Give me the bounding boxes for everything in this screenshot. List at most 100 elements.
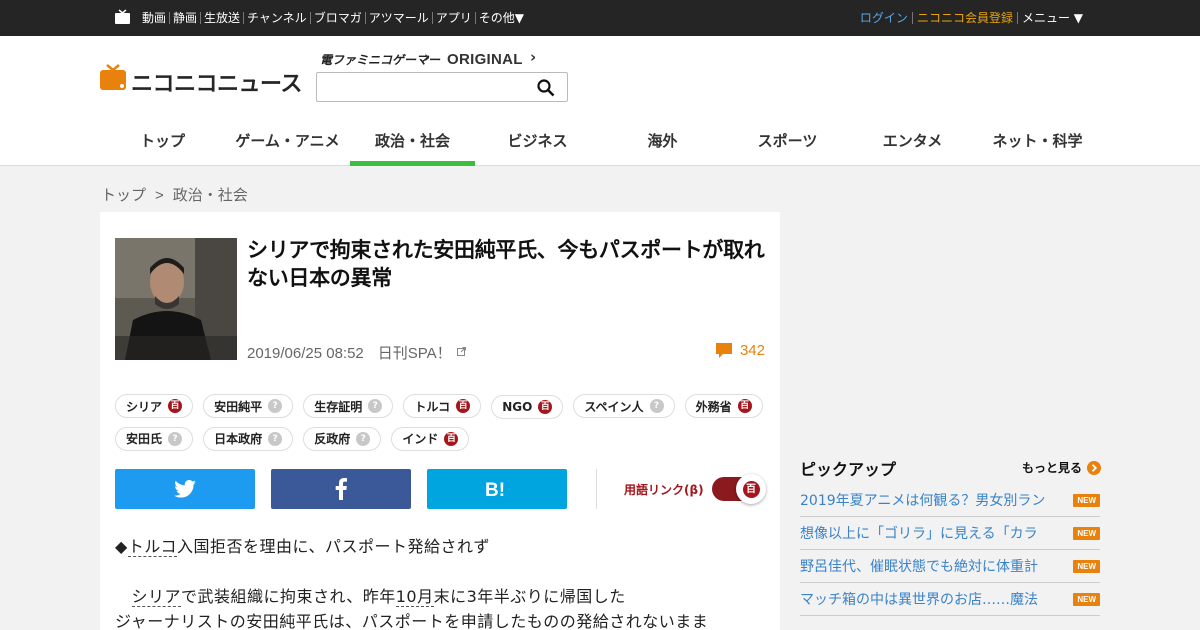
tag-label: インド bbox=[402, 432, 439, 446]
new-badge: NEW bbox=[1073, 493, 1100, 507]
more-link[interactable]: もっと見る bbox=[1022, 459, 1102, 476]
term-link-toggle[interactable]: 百 bbox=[712, 474, 766, 504]
term-link[interactable]: トルコ bbox=[127, 537, 177, 557]
body-heading: ◆トルコ入国拒否を理由に、パスポート発給されず bbox=[115, 534, 765, 559]
nav-atsumaru[interactable]: アツマール bbox=[364, 12, 432, 24]
term-link[interactable]: シリア bbox=[131, 587, 182, 607]
original-link[interactable]: ORIGINAL bbox=[447, 51, 523, 68]
nav-seiga[interactable]: 静画 bbox=[169, 12, 200, 24]
service-nav: 動画 静画 生放送 チャンネル ブロマガ アツマール アプリ その他▼ bbox=[139, 0, 527, 36]
dic-red-icon[interactable]: 百 bbox=[456, 399, 471, 413]
tab-top[interactable]: トップ bbox=[100, 122, 225, 166]
tab-overseas[interactable]: 海外 bbox=[600, 122, 725, 166]
dic-gray-icon[interactable]: ? bbox=[168, 431, 183, 446]
login-link[interactable]: ログイン bbox=[856, 12, 912, 24]
nav-others[interactable]: その他▼ bbox=[474, 12, 527, 24]
tag-list: シリア百 安田純平? 生存証明? トルコ百 NGO 百 スペイン人? 外務省百 安… bbox=[115, 394, 775, 459]
article-title: シリアで拘束された安田純平氏、今もパスポートが取れない日本の異常 bbox=[247, 238, 765, 290]
tag-item[interactable]: 安田氏? bbox=[115, 426, 194, 451]
nav-app[interactable]: アプリ bbox=[431, 12, 475, 24]
dic-red-icon[interactable]: 百 bbox=[444, 431, 459, 446]
tag-item[interactable]: NGO 百 bbox=[491, 394, 564, 419]
tag-label: 日本政府 bbox=[214, 432, 263, 446]
new-badge: NEW bbox=[1073, 559, 1100, 573]
dic-red-icon[interactable]: 百 bbox=[737, 399, 752, 413]
tag-label: シリア bbox=[126, 399, 163, 414]
tag-item[interactable]: スペイン人? bbox=[573, 394, 675, 418]
tag-item[interactable]: 日本政府? bbox=[203, 426, 294, 451]
article-thumbnail[interactable] bbox=[115, 238, 237, 360]
new-badge: NEW bbox=[1073, 592, 1100, 606]
dic-red-icon: 百 bbox=[742, 480, 760, 498]
paragraph-text: ジャーナリストの安田純平氏は、パスポートを申請したものの発給されないまま bbox=[115, 612, 709, 630]
pickup-title[interactable]: 2019年夏アニメは何観る？男女別ラン bbox=[800, 490, 1055, 510]
nav-live[interactable]: 生放送 bbox=[200, 12, 243, 24]
paragraph-text: 末に3年半ぶりに帰国した bbox=[433, 587, 626, 606]
dic-gray-icon[interactable]: ? bbox=[368, 399, 383, 413]
chevron-right-icon: › bbox=[530, 48, 537, 66]
twitter-share-button[interactable] bbox=[115, 469, 255, 509]
pickup-list: 2019年夏アニメは何観る？男女別ラン NEW 想像以上に「ゴリラ」に見える「カラ… bbox=[800, 484, 1100, 616]
term-link-label: 用語リンク(β) bbox=[624, 483, 704, 497]
dic-gray-icon[interactable]: ? bbox=[268, 399, 283, 413]
dic-gray-icon[interactable]: ? bbox=[268, 431, 283, 446]
site-logo-text[interactable]: ニコニコニュース bbox=[131, 66, 302, 98]
breadcrumb-current[interactable]: 政治・社会 bbox=[173, 187, 248, 204]
term-link[interactable]: 10月 bbox=[395, 587, 434, 607]
article-datetime: 2019/06/25 08:52 bbox=[247, 345, 364, 362]
niconico-logo-icon[interactable] bbox=[100, 64, 128, 90]
toggle-knob: 百 bbox=[736, 474, 766, 504]
famitsu-link[interactable]: 電ファミニコゲーマー bbox=[320, 51, 440, 68]
diamond-marker: ◆ bbox=[115, 537, 128, 556]
tag-item[interactable]: 反政府? bbox=[303, 426, 382, 451]
tag-label: スペイン人 bbox=[584, 399, 644, 414]
nav-douga[interactable]: 動画 bbox=[139, 12, 169, 24]
dic-gray-icon[interactable]: ? bbox=[649, 399, 664, 413]
tab-game-anime[interactable]: ゲーム・アニメ bbox=[225, 122, 350, 166]
niconico-tv-icon[interactable] bbox=[114, 9, 131, 25]
breadcrumb-home[interactable]: トップ bbox=[101, 187, 146, 204]
nav-channel[interactable]: チャンネル bbox=[243, 12, 310, 24]
body-paragraph: シリアで武装組織に拘束され、昨年10月末に3年半ぶりに帰国したジャーナリストの安… bbox=[115, 584, 765, 630]
list-item[interactable]: 野呂佳代、催眠状態でも絶対に体重計 NEW bbox=[800, 550, 1100, 583]
tag-label: トルコ bbox=[414, 399, 451, 414]
search-icon[interactable] bbox=[537, 79, 555, 97]
new-badge: NEW bbox=[1073, 526, 1100, 540]
pickup-title[interactable]: 想像以上に「ゴリラ」に見える「カラ bbox=[800, 523, 1055, 543]
register-link[interactable]: ニコニコ会員登録 bbox=[911, 12, 1017, 24]
tag-item[interactable]: トルコ百 bbox=[403, 394, 482, 418]
tag-item[interactable]: 生存証明? bbox=[303, 394, 394, 418]
list-item[interactable]: マッチ箱の中は異世界のお店……魔法 NEW bbox=[800, 583, 1100, 616]
list-item[interactable]: 想像以上に「ゴリラ」に見える「カラ NEW bbox=[800, 517, 1100, 550]
hatena-bookmark-button[interactable]: B! bbox=[427, 469, 567, 509]
divider bbox=[596, 469, 597, 509]
tab-politics-society[interactable]: 政治・社会 bbox=[350, 122, 475, 166]
dic-red-icon[interactable]: 百 bbox=[168, 399, 183, 413]
tab-entertainment[interactable]: エンタメ bbox=[850, 122, 975, 166]
pickup-title[interactable]: 野呂佳代、催眠状態でも絶対に体重計 bbox=[800, 556, 1055, 576]
tag-item[interactable]: インド百 bbox=[391, 426, 470, 451]
tag-item[interactable]: 外務省百 bbox=[684, 394, 763, 418]
tab-business[interactable]: ビジネス bbox=[475, 122, 600, 166]
tag-item[interactable]: シリア百 bbox=[115, 394, 194, 418]
menu-dropdown[interactable]: メニュー ▼ bbox=[1016, 12, 1087, 24]
article-source[interactable]: 日刊SPA！ bbox=[378, 345, 452, 362]
search-input[interactable] bbox=[321, 76, 531, 98]
comment-count[interactable]: 342 bbox=[715, 342, 765, 359]
facebook-icon bbox=[335, 478, 347, 500]
tag-item[interactable]: 安田純平? bbox=[203, 394, 294, 418]
breadcrumb: トップ > 政治・社会 bbox=[101, 184, 248, 205]
tag-label: 外務省 bbox=[695, 399, 732, 414]
dic-red-icon[interactable]: 百 bbox=[538, 399, 553, 414]
dic-gray-icon[interactable]: ? bbox=[356, 431, 371, 446]
facebook-share-button[interactable] bbox=[271, 469, 411, 509]
paragraph-text: で武装組織に拘束され、昨年 bbox=[181, 587, 396, 606]
list-item[interactable]: 2019年夏アニメは何観る？男女別ラン NEW bbox=[800, 484, 1100, 517]
tab-sports[interactable]: スポーツ bbox=[725, 122, 850, 166]
nav-blomaga[interactable]: ブロマガ bbox=[309, 12, 365, 24]
tag-label: 反政府 bbox=[314, 432, 351, 446]
tab-net-science[interactable]: ネット・科学 bbox=[975, 122, 1100, 166]
pickup-title[interactable]: マッチ箱の中は異世界のお店……魔法 bbox=[800, 589, 1055, 609]
pickup-heading: ピックアップ bbox=[800, 460, 897, 479]
tag-label: 安田氏 bbox=[126, 432, 163, 446]
